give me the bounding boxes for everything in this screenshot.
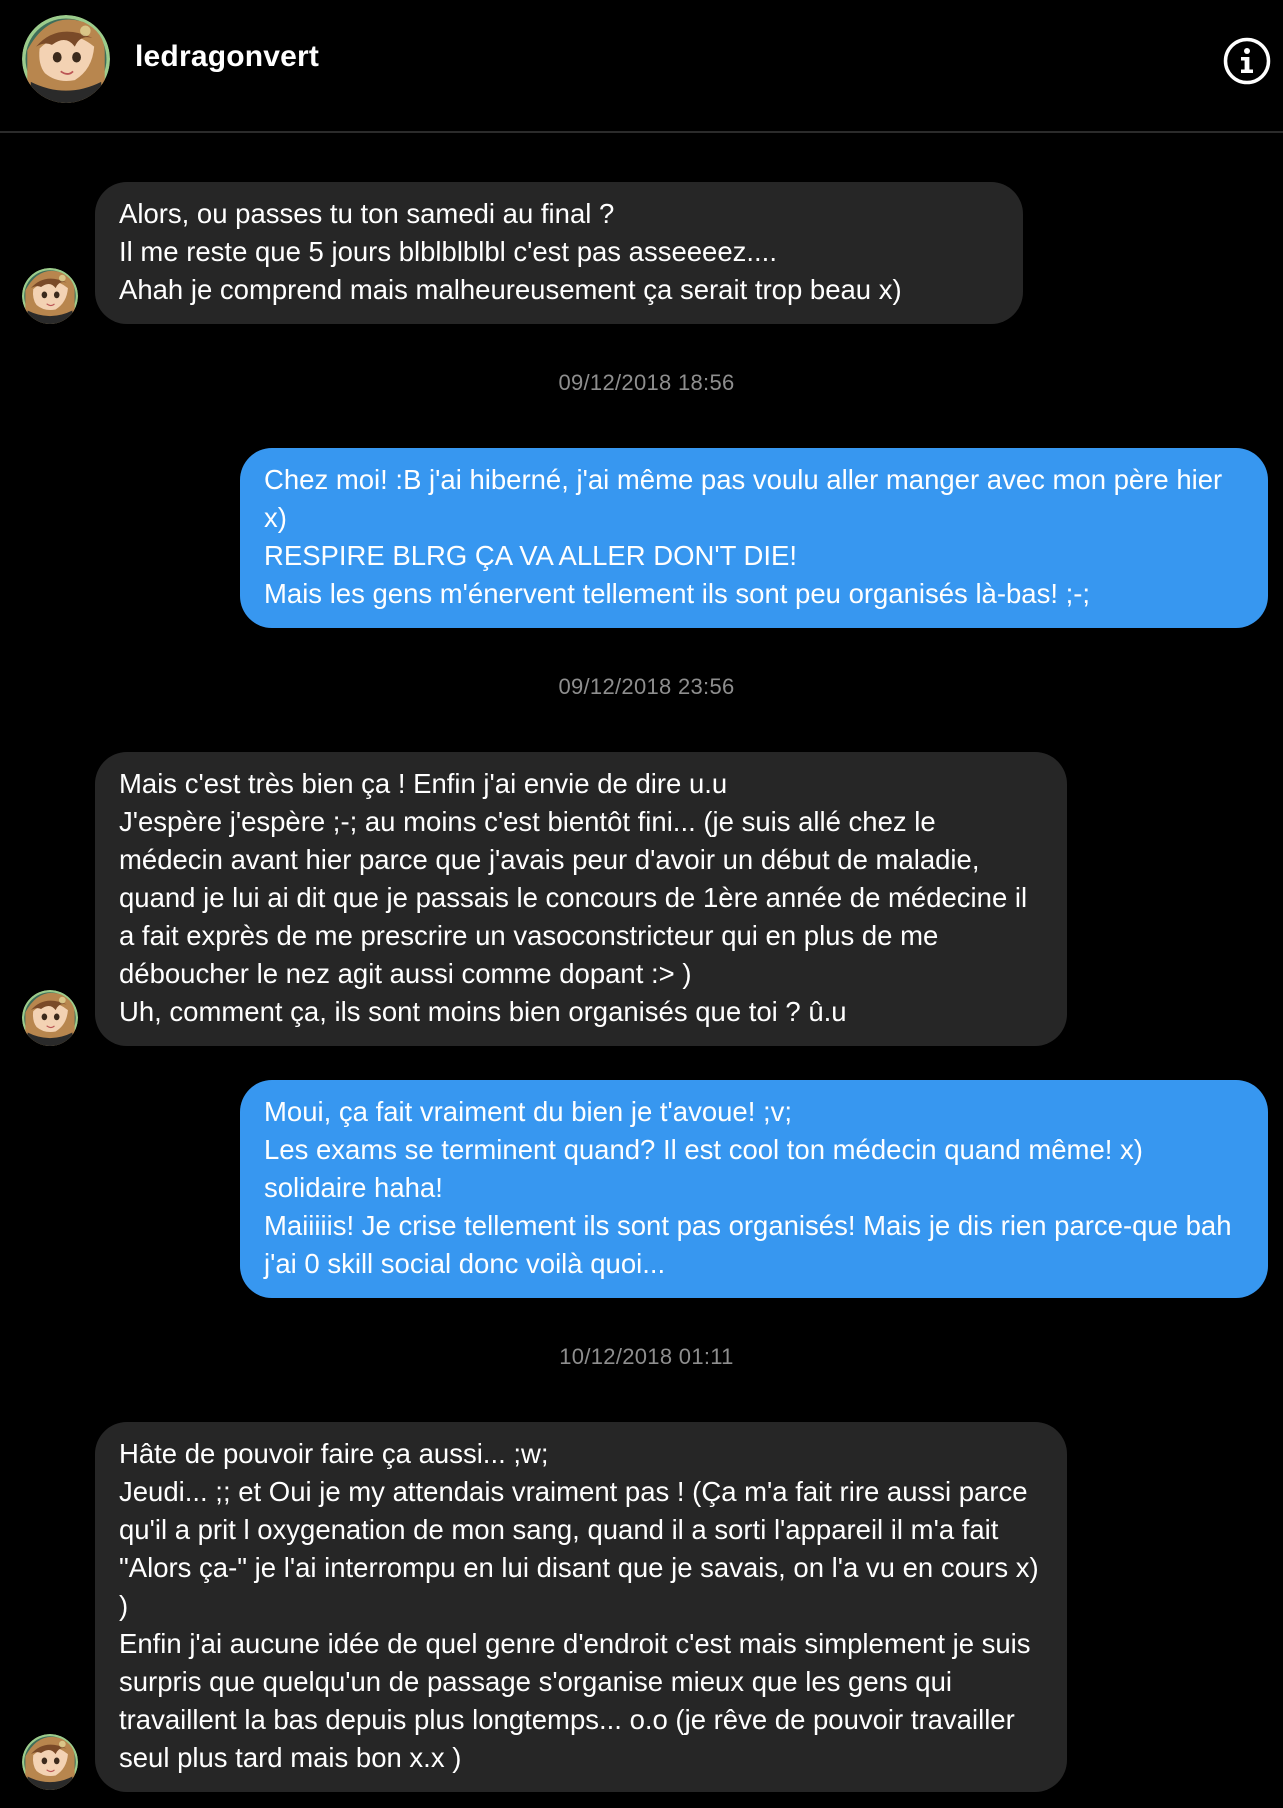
incoming-message[interactable]: Hâte de pouvoir faire ça aussi... ;w; Je…	[95, 1422, 1067, 1792]
outgoing-message[interactable]: Moui, ça fait vraiment du bien je t'avou…	[240, 1080, 1268, 1298]
sender-avatar[interactable]	[22, 1734, 78, 1790]
incoming-message[interactable]: Mais c'est très bien ça ! Enfin j'ai env…	[95, 752, 1067, 1046]
contact-username[interactable]: ledragonvert	[135, 40, 319, 74]
avatar-image	[22, 1734, 78, 1790]
info-icon[interactable]	[1222, 36, 1272, 86]
outgoing-message[interactable]: Chez moi! :B j'ai hiberné, j'ai même pas…	[240, 448, 1268, 628]
profile-avatar[interactable]	[22, 15, 110, 103]
message-timestamp: 09/12/2018 23:56	[558, 674, 735, 699]
sender-avatar[interactable]	[22, 268, 78, 324]
message-timestamp: 10/12/2018 01:11	[559, 1344, 734, 1369]
avatar-image	[22, 15, 110, 103]
conversation-header: ledragonvert	[0, 0, 1283, 133]
avatar-image	[22, 268, 78, 324]
sender-avatar[interactable]	[22, 990, 78, 1046]
incoming-message[interactable]: Alors, ou passes tu ton samedi au final …	[95, 182, 1023, 324]
avatar-image	[22, 990, 78, 1046]
message-timestamp: 09/12/2018 18:56	[558, 370, 735, 395]
